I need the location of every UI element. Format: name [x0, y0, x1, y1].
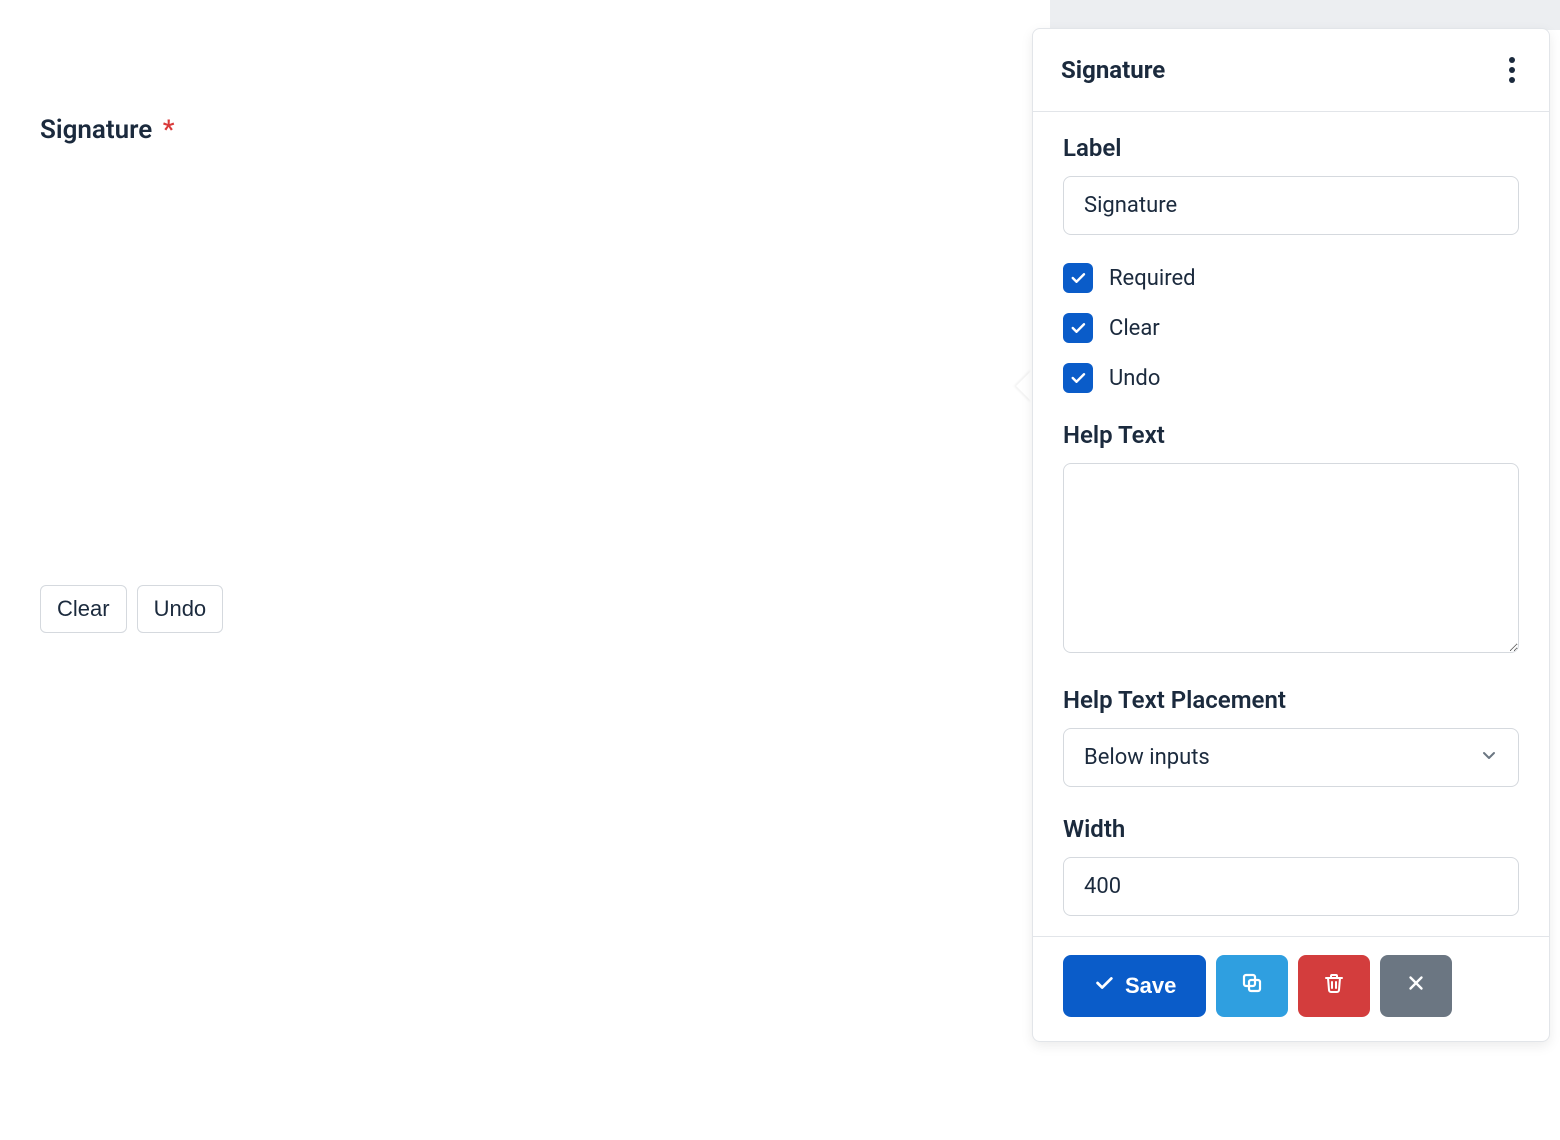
- check-icon: [1093, 972, 1115, 1000]
- preview-buttons: Clear Undo: [40, 585, 1000, 633]
- width-group: Width: [1063, 815, 1519, 916]
- preview-area: Signature * Clear Undo: [40, 115, 1000, 633]
- placement-label: Help Text Placement: [1063, 686, 1519, 714]
- checkbox-required-label: Required: [1109, 266, 1196, 291]
- placement-group: Help Text Placement Below inputs: [1063, 686, 1519, 787]
- panel-title: Signature: [1061, 56, 1165, 84]
- width-input[interactable]: [1063, 857, 1519, 916]
- checkbox-undo[interactable]: Undo: [1063, 363, 1519, 393]
- save-button-label: Save: [1125, 973, 1176, 999]
- clear-button[interactable]: Clear: [40, 585, 127, 633]
- checkbox-icon: [1063, 313, 1093, 343]
- trash-icon: [1322, 971, 1346, 1001]
- placement-select[interactable]: Below inputs: [1063, 728, 1519, 787]
- undo-button[interactable]: Undo: [137, 585, 224, 633]
- save-button[interactable]: Save: [1063, 955, 1206, 1017]
- width-label: Width: [1063, 815, 1519, 843]
- copy-icon: [1240, 971, 1264, 1001]
- checkbox-clear[interactable]: Clear: [1063, 313, 1519, 343]
- panel-body: Label Required Clear Undo: [1033, 112, 1549, 936]
- required-asterisk: *: [163, 115, 175, 145]
- checkbox-undo-label: Undo: [1109, 366, 1160, 391]
- preview-label-text: Signature: [40, 115, 152, 145]
- help-text-group: Help Text: [1063, 421, 1519, 658]
- copy-button[interactable]: [1216, 955, 1288, 1017]
- settings-panel: Signature Label Required Clear: [1032, 28, 1550, 1042]
- panel-footer: Save: [1033, 936, 1549, 1041]
- close-button[interactable]: [1380, 955, 1452, 1017]
- help-text-label: Help Text: [1063, 421, 1519, 449]
- checkbox-icon: [1063, 363, 1093, 393]
- more-options-icon[interactable]: [1503, 51, 1521, 89]
- checkbox-clear-label: Clear: [1109, 316, 1160, 341]
- label-group: Label: [1063, 134, 1519, 235]
- panel-pointer-arrow: [1016, 370, 1032, 402]
- delete-button[interactable]: [1298, 955, 1370, 1017]
- checkbox-required[interactable]: Required: [1063, 263, 1519, 293]
- label-input[interactable]: [1063, 176, 1519, 235]
- close-icon: [1405, 972, 1427, 1000]
- checkbox-icon: [1063, 263, 1093, 293]
- label-field-label: Label: [1063, 134, 1519, 162]
- checkbox-group: Required Clear Undo: [1063, 263, 1519, 393]
- panel-header: Signature: [1033, 29, 1549, 112]
- preview-field-label: Signature *: [40, 115, 1000, 145]
- help-text-input[interactable]: [1063, 463, 1519, 653]
- background-slab: [1050, 0, 1560, 30]
